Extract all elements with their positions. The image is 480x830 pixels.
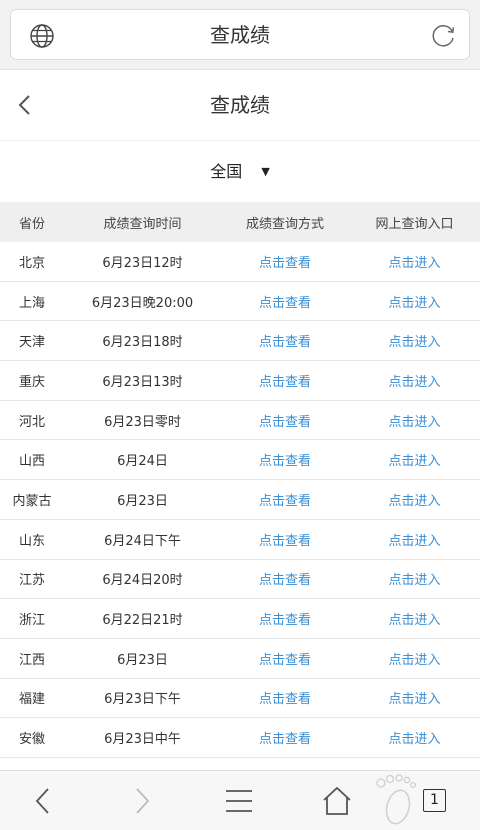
cell-query-time: 6月23日零时 [104, 414, 181, 430]
region-label: 全国 [210, 162, 243, 181]
chevron-right-icon[interactable] [126, 785, 158, 817]
caret-down-icon: ▼ [261, 165, 270, 178]
cell-province: 江西 [18, 652, 45, 668]
cell-province: 安徽 [18, 732, 45, 748]
cell-province: 福建 [18, 692, 45, 708]
cell-query-time: 6月23日13时 [102, 374, 183, 390]
table-row: 江苏 6月24日20时 点击查看 点击进入 [0, 560, 480, 600]
view-link[interactable]: 点击查看 [221, 252, 349, 271]
view-link[interactable]: 点击查看 [221, 530, 349, 549]
enter-link[interactable]: 点击进入 [349, 609, 480, 628]
table-row: 江西 6月23日 点击查看 点击进入 [0, 639, 480, 679]
cell-query-time: 6月23日 [117, 493, 168, 509]
view-link[interactable]: 点击查看 [221, 569, 349, 588]
table-header-row: 省份 成绩查询时间 成绩查询方式 网上查询入口 [0, 202, 480, 242]
cell-query-time: 6月24日20时 [102, 573, 183, 589]
header-online-entry: 网上查询入口 [375, 216, 454, 232]
cell-province: 山东 [18, 533, 45, 549]
cell-query-time: 6月23日18时 [102, 335, 183, 351]
table-row: 浙江 6月22日21时 点击查看 点击进入 [0, 599, 480, 639]
address-bar[interactable]: 查成绩 [10, 9, 470, 60]
cell-query-time: 6月24日 [117, 454, 168, 470]
enter-link[interactable]: 点击进入 [349, 292, 480, 311]
view-link[interactable]: 点击查看 [221, 728, 349, 747]
table-row: 内蒙古 6月23日 点击查看 点击进入 [0, 480, 480, 520]
view-link[interactable]: 点击查看 [221, 411, 349, 430]
table-row: 河北 6月23日零时 点击查看 点击进入 [0, 401, 480, 441]
table-row: 福建 6月23日下午 点击查看 点击进入 [0, 679, 480, 719]
cell-province: 上海 [18, 295, 45, 311]
cell-province: 天津 [18, 335, 45, 351]
enter-link[interactable]: 点击进入 [349, 331, 480, 350]
table-row: 安徽 6月23日中午 点击查看 点击进入 [0, 718, 480, 758]
cell-province: 山西 [18, 454, 45, 470]
enter-link[interactable]: 点击进入 [349, 728, 480, 747]
view-link[interactable]: 点击查看 [221, 292, 349, 311]
cell-query-time: 6月23日12时 [102, 255, 183, 271]
tabs-button[interactable]: 1 [423, 789, 446, 812]
cell-query-time: 6月24日下午 [104, 533, 181, 549]
cell-province: 内蒙古 [12, 493, 52, 509]
view-link[interactable]: 点击查看 [221, 331, 349, 350]
view-link[interactable]: 点击查看 [221, 609, 349, 628]
region-selector[interactable]: 全国 ▼ [0, 142, 480, 202]
browser-top-bar: 查成绩 [0, 0, 480, 70]
cell-query-time: 6月23日 [117, 652, 168, 668]
bottom-toolbar: 1 [0, 770, 480, 830]
home-icon[interactable] [321, 785, 353, 817]
enter-link[interactable]: 点击进入 [349, 371, 480, 390]
cell-province: 浙江 [18, 613, 45, 629]
table-row: 北京 6月23日12时 点击查看 点击进入 [0, 242, 480, 282]
refresh-icon[interactable] [431, 23, 457, 49]
enter-link[interactable]: 点击进入 [349, 649, 480, 668]
enter-link[interactable]: 点击进入 [349, 450, 480, 469]
header-province: 省份 [18, 216, 45, 232]
cell-province: 河北 [18, 414, 45, 430]
score-table: 省份 成绩查询时间 成绩查询方式 网上查询入口 北京 6月23日12时 点击查看 点击… [0, 202, 480, 758]
enter-link[interactable]: 点击进入 [349, 490, 480, 509]
table-row: 山东 6月24日下午 点击查看 点击进入 [0, 520, 480, 560]
view-link[interactable]: 点击查看 [221, 450, 349, 469]
cell-query-time: 6月23日晚20:00 [91, 295, 194, 311]
enter-link[interactable]: 点击进入 [349, 252, 480, 271]
view-link[interactable]: 点击查看 [221, 649, 349, 668]
table-row: 山西 6月24日 点击查看 点击进入 [0, 440, 480, 481]
cell-province: 重庆 [18, 374, 45, 390]
chevron-left-icon[interactable] [27, 785, 59, 817]
enter-link[interactable]: 点击进入 [349, 688, 480, 707]
cell-province: 江苏 [18, 573, 45, 589]
table-row: 重庆 6月23日13时 点击查看 点击进入 [0, 361, 480, 401]
cell-query-time: 6月23日下午 [104, 692, 181, 708]
address-bar-title: 查成绩 [210, 23, 270, 47]
cell-province: 北京 [18, 255, 45, 271]
footprint-icon[interactable] [372, 773, 418, 829]
view-link[interactable]: 点击查看 [221, 688, 349, 707]
cell-query-time: 6月22日21时 [102, 613, 183, 629]
page-header: 查成绩 [0, 70, 480, 141]
enter-link[interactable]: 点击进入 [349, 530, 480, 549]
header-query-method: 成绩查询方式 [245, 216, 324, 232]
menu-icon[interactable] [223, 785, 255, 817]
enter-link[interactable]: 点击进入 [349, 411, 480, 430]
enter-link[interactable]: 点击进入 [349, 569, 480, 588]
table-row: 上海 6月23日晚20:00 点击查看 点击进入 [0, 282, 480, 322]
page-title: 查成绩 [210, 93, 270, 117]
header-query-time: 成绩查询时间 [103, 216, 182, 232]
view-link[interactable]: 点击查看 [221, 490, 349, 509]
table-row: 天津 6月23日18时 点击查看 点击进入 [0, 321, 480, 362]
view-link[interactable]: 点击查看 [221, 371, 349, 390]
cell-query-time: 6月23日中午 [104, 732, 181, 748]
